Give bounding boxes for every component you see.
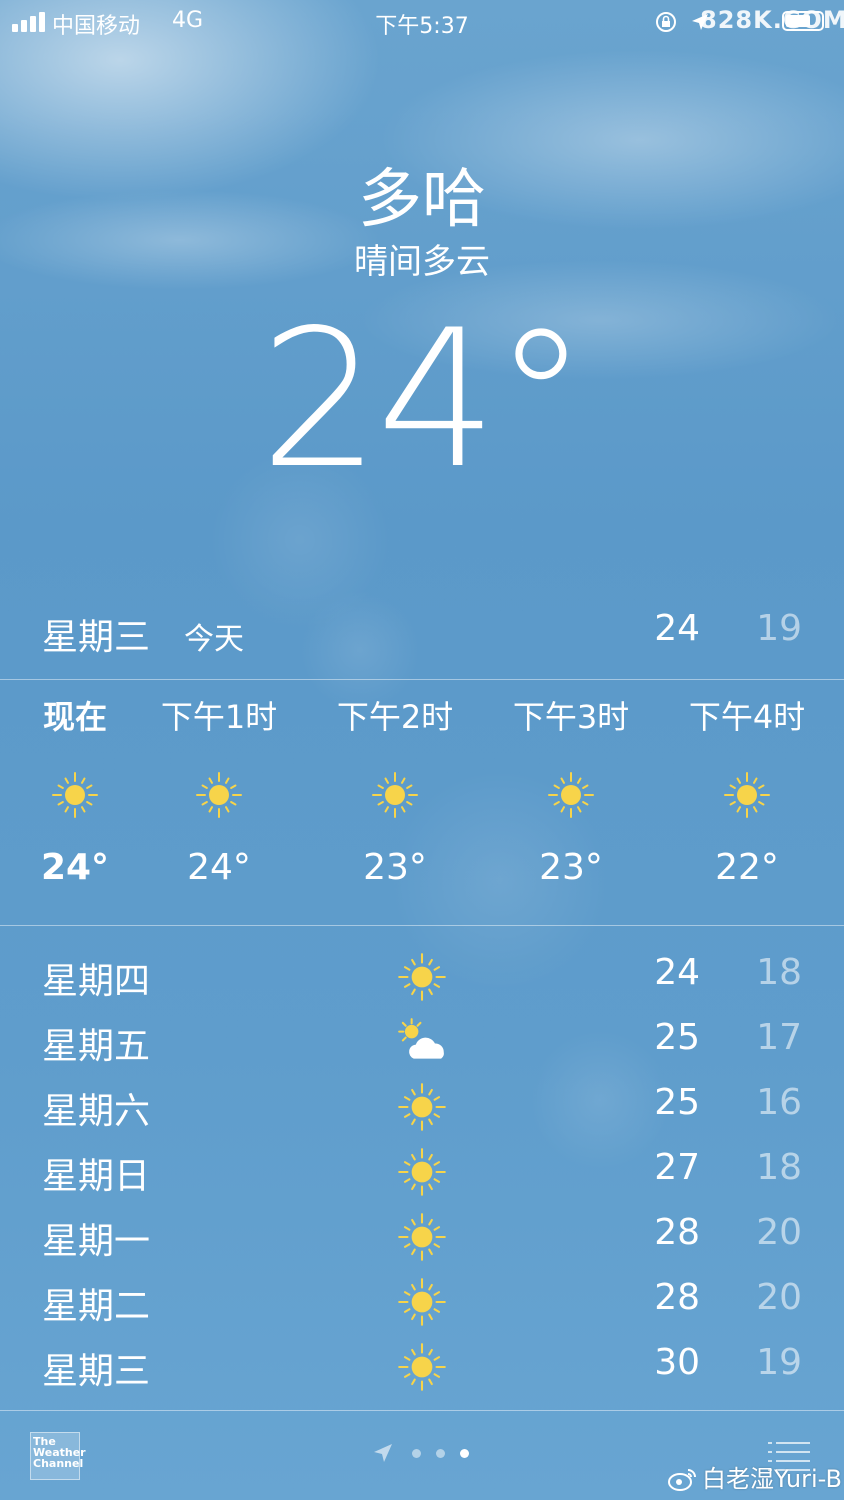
sun-icon [52,772,98,818]
day-high: 25 [654,1082,700,1123]
divider [0,925,844,926]
day-name: 星期日 [42,1156,151,1197]
hour-item: 下午3时 23° [486,695,656,888]
day-low: 17 [756,1017,802,1058]
current-temperature: 24° [259,289,589,510]
sun-icon [398,1343,446,1391]
list-item: 星期四 24 18 [0,944,844,1009]
day-name: 星期六 [42,1091,151,1132]
page-indicator[interactable] [372,1440,482,1468]
hour-item: 下午2时 23° [310,695,480,888]
partly-cloudy-icon [398,1018,444,1059]
list-item: 星期一 28 20 [0,1204,844,1269]
sun-icon [724,772,770,818]
hour-time: 下午1时 [160,698,278,736]
today-high: 24 [654,608,700,649]
hour-item: 下午4时 22° [662,695,832,888]
page-dot-active [460,1449,469,1458]
weather-channel-logo[interactable]: The Weather Channel [30,1432,86,1480]
hour-temp: 23° [539,847,603,888]
sun-icon [398,1083,446,1131]
divider [0,679,844,680]
hour-item: 下午1时 24° [134,695,304,888]
day-high: 28 [654,1212,700,1253]
hour-temp: 22° [715,847,779,888]
day-low: 20 [756,1212,802,1253]
day-high: 28 [654,1277,700,1318]
sun-icon [398,1213,446,1261]
today-day: 星期三 [42,617,151,658]
day-high: 30 [654,1342,700,1383]
orientation-lock-icon [656,12,676,32]
hour-time: 下午3时 [512,698,630,736]
list-item: 星期二 28 20 [0,1269,844,1334]
day-low: 16 [756,1082,802,1123]
list-item: 星期五 25 17 [0,1009,844,1074]
sun-icon [398,1278,446,1326]
sun-icon [398,953,446,1001]
day-low: 19 [756,1342,802,1383]
day-high: 27 [654,1147,700,1188]
weibo-icon [668,1469,696,1491]
page-dot [436,1449,445,1458]
day-name: 星期五 [42,1026,151,1067]
city-name: 多哈 [358,163,486,237]
day-high: 24 [654,952,700,993]
today-low: 19 [756,608,802,649]
weather-condition: 晴间多云 [354,242,490,282]
list-item: 星期三 30 19 [0,1334,844,1399]
day-name: 星期三 [42,1351,151,1392]
today-label: 今天 [184,622,244,657]
day-low: 20 [756,1277,802,1318]
sun-icon [548,772,594,818]
hour-temp: 23° [363,847,427,888]
list-item: 星期六 25 16 [0,1074,844,1139]
hour-time: 下午2时 [336,698,454,736]
day-name: 星期一 [42,1221,151,1262]
weibo-watermark: 白老湿Yuri-B [668,1462,842,1496]
status-bar: 中国移动 4G 下午5:37 828K.COM [0,0,844,44]
divider [0,1410,844,1411]
battery-icon [782,11,824,31]
day-low: 18 [756,952,802,993]
list-item: 星期日 27 18 [0,1139,844,1204]
sun-icon [196,772,242,818]
location-arrow-icon [374,1444,392,1462]
page-dot [412,1449,421,1458]
day-low: 18 [756,1147,802,1188]
day-name: 星期二 [42,1286,151,1327]
sun-icon [372,772,418,818]
sun-icon [398,1148,446,1196]
day-name: 星期四 [42,961,151,1002]
hour-temp: 24° [187,847,251,888]
day-high: 25 [654,1017,700,1058]
hour-time: 下午4时 [688,698,806,736]
